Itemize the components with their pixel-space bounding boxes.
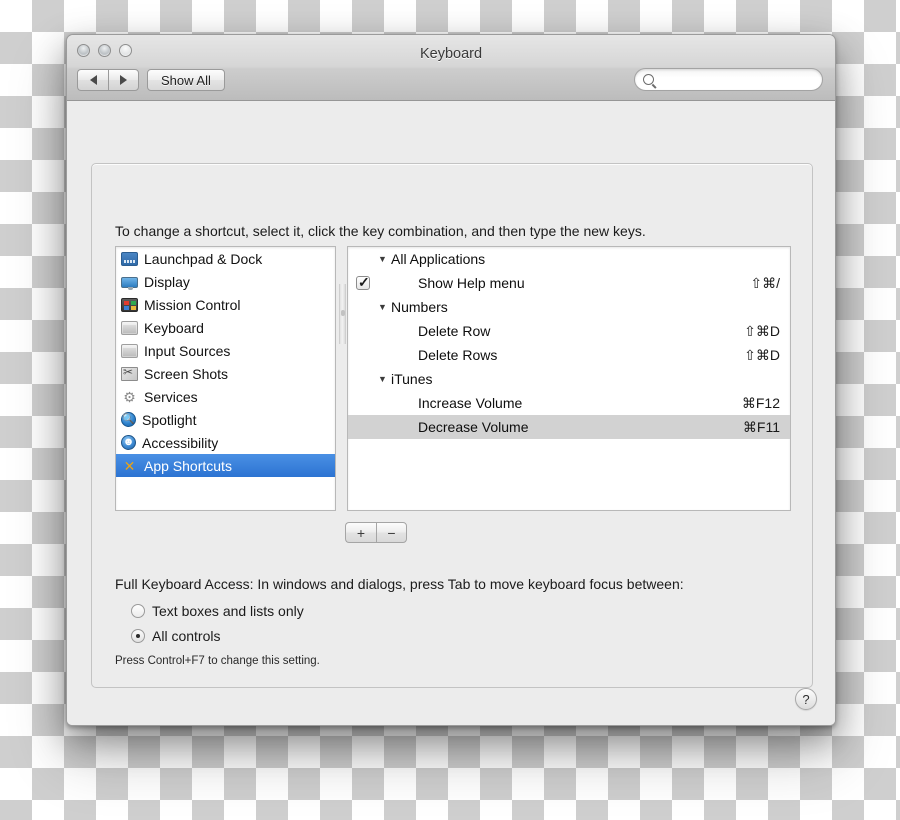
add-shortcut-button[interactable]: + (345, 522, 376, 543)
tree-row-label: iTunes (391, 371, 433, 387)
minus-icon: − (387, 524, 396, 541)
sidebar-item-label: Screen Shots (144, 365, 229, 382)
sidebar-item-label: Display (144, 273, 190, 290)
sidebar-item-label: Services (144, 388, 198, 405)
search-field[interactable] (634, 68, 823, 91)
tree-row-shortcut[interactable]: ⌘F11 (743, 419, 780, 436)
window-body: Keyboard Text Shortcuts Input Sources To… (67, 101, 835, 725)
show-all-button[interactable]: Show All (147, 69, 225, 91)
forward-arrow-icon (120, 75, 127, 85)
tree-group-all-applications[interactable]: ▼ All Applications (348, 247, 790, 271)
remove-shortcut-button[interactable]: − (376, 522, 407, 543)
sidebar-item-app-shortcuts[interactable]: ✕ App Shortcuts (116, 454, 335, 477)
sidebar-item-keyboard[interactable]: Keyboard (116, 316, 335, 339)
sidebar-item-label: Input Sources (144, 342, 231, 359)
accessibility-icon: ☻ (121, 434, 136, 450)
plus-icon: + (356, 524, 366, 541)
input-sources-icon (121, 343, 138, 358)
shortcut-category-list[interactable]: Launchpad & Dock Display Mission Control… (115, 246, 336, 511)
question-mark-icon: ? (802, 691, 810, 707)
back-arrow-icon (89, 75, 97, 85)
tree-row-shortcut[interactable]: ⇧⌘/ (750, 275, 780, 292)
add-remove-button-group: + − (345, 522, 407, 543)
tree-row-label: Decrease Volume (418, 419, 529, 435)
radio-all-controls[interactable]: All controls (131, 628, 220, 644)
services-gear-icon: ⚙ (123, 388, 136, 405)
keyboard-icon (121, 320, 138, 335)
sidebar-item-label: Accessibility (142, 434, 219, 451)
navigation-button-group (77, 69, 139, 91)
window-titlebar: Keyboard Show All (67, 35, 835, 101)
sidebar-item-accessibility[interactable]: ☻ Accessibility (116, 431, 335, 454)
window-title: Keyboard (419, 46, 483, 62)
full-keyboard-access-label: Full Keyboard Access: In windows and dia… (115, 576, 684, 592)
tree-item-delete-rows[interactable]: Delete Rows ⇧⌘D (348, 343, 790, 367)
radio-label: All controls (152, 628, 221, 644)
disclosure-triangle-icon[interactable]: ▼ (378, 374, 391, 384)
shortcut-tree-list[interactable]: ▼ All Applications Show Help menu ⇧⌘/ ▼ … (347, 246, 791, 511)
back-button[interactable] (77, 69, 108, 91)
sidebar-item-mission-control[interactable]: Mission Control (116, 293, 335, 316)
app-shortcuts-icon: ✕ (123, 457, 136, 474)
sidebar-item-spotlight[interactable]: 🔍 Spotlight (116, 408, 335, 431)
tree-row-shortcut[interactable]: ⇧⌘D (744, 323, 780, 340)
sidebar-item-launchpad-dock[interactable]: Launchpad & Dock (116, 247, 335, 270)
radio-button-icon[interactable] (131, 604, 145, 618)
screen-shots-icon (121, 365, 138, 381)
tree-row-label: Delete Rows (418, 347, 498, 363)
full-keyboard-access-hint: Press Control+F7 to change this setting. (115, 655, 320, 667)
tree-row-label: Numbers (391, 299, 448, 315)
radio-button-icon[interactable] (131, 629, 145, 643)
tree-group-itunes[interactable]: ▼ iTunes (348, 367, 790, 391)
sidebar-item-label: Mission Control (144, 296, 241, 313)
forward-button[interactable] (108, 69, 139, 91)
sidebar-item-label: Spotlight (142, 411, 197, 428)
sidebar-item-label: App Shortcuts (144, 457, 232, 474)
disclosure-triangle-icon[interactable]: ▼ (378, 302, 391, 312)
tree-item-decrease-volume[interactable]: Decrease Volume ⌘F11 (348, 415, 790, 439)
sidebar-item-input-sources[interactable]: Input Sources (116, 339, 335, 362)
show-all-label: Show All (161, 72, 211, 88)
instruction-text: To change a shortcut, select it, click t… (115, 223, 646, 239)
launchpad-dock-icon (121, 251, 138, 266)
tree-row-label: Delete Row (418, 323, 491, 339)
split-divider-handle[interactable] (339, 284, 346, 344)
radio-label: Text boxes and lists only (152, 603, 304, 619)
tree-row-label: Increase Volume (418, 395, 523, 411)
preferences-window: Keyboard Show All Keyboard Text Shortcut… (66, 34, 836, 726)
sidebar-item-services[interactable]: ⚙ Services (116, 385, 335, 408)
sidebar-item-label: Keyboard (144, 319, 204, 336)
tree-row-shortcut[interactable]: ⇧⌘D (744, 347, 780, 364)
tree-row-label: Show Help menu (418, 275, 525, 291)
shortcut-enabled-checkbox[interactable] (356, 274, 370, 291)
tree-item-show-help-menu[interactable]: Show Help menu ⇧⌘/ (348, 271, 790, 295)
search-input[interactable] (659, 71, 813, 88)
mission-control-icon (121, 297, 138, 312)
tree-item-delete-row[interactable]: Delete Row ⇧⌘D (348, 319, 790, 343)
spotlight-icon: 🔍 (121, 411, 136, 427)
tree-row-shortcut[interactable]: ⌘F12 (742, 395, 780, 412)
sidebar-item-label: Launchpad & Dock (144, 250, 263, 267)
search-icon (643, 74, 654, 85)
sidebar-item-display[interactable]: Display (116, 270, 335, 293)
tree-group-numbers[interactable]: ▼ Numbers (348, 295, 790, 319)
display-icon (121, 276, 138, 290)
shortcuts-panel: To change a shortcut, select it, click t… (91, 163, 813, 688)
radio-text-boxes-and-lists-only[interactable]: Text boxes and lists only (131, 603, 304, 619)
help-button[interactable]: ? (795, 688, 817, 710)
disclosure-triangle-icon[interactable]: ▼ (378, 254, 391, 264)
tree-item-increase-volume[interactable]: Increase Volume ⌘F12 (348, 391, 790, 415)
sidebar-item-screen-shots[interactable]: Screen Shots (116, 362, 335, 385)
checkbox-cell (348, 274, 378, 291)
tree-row-label: All Applications (391, 251, 486, 267)
